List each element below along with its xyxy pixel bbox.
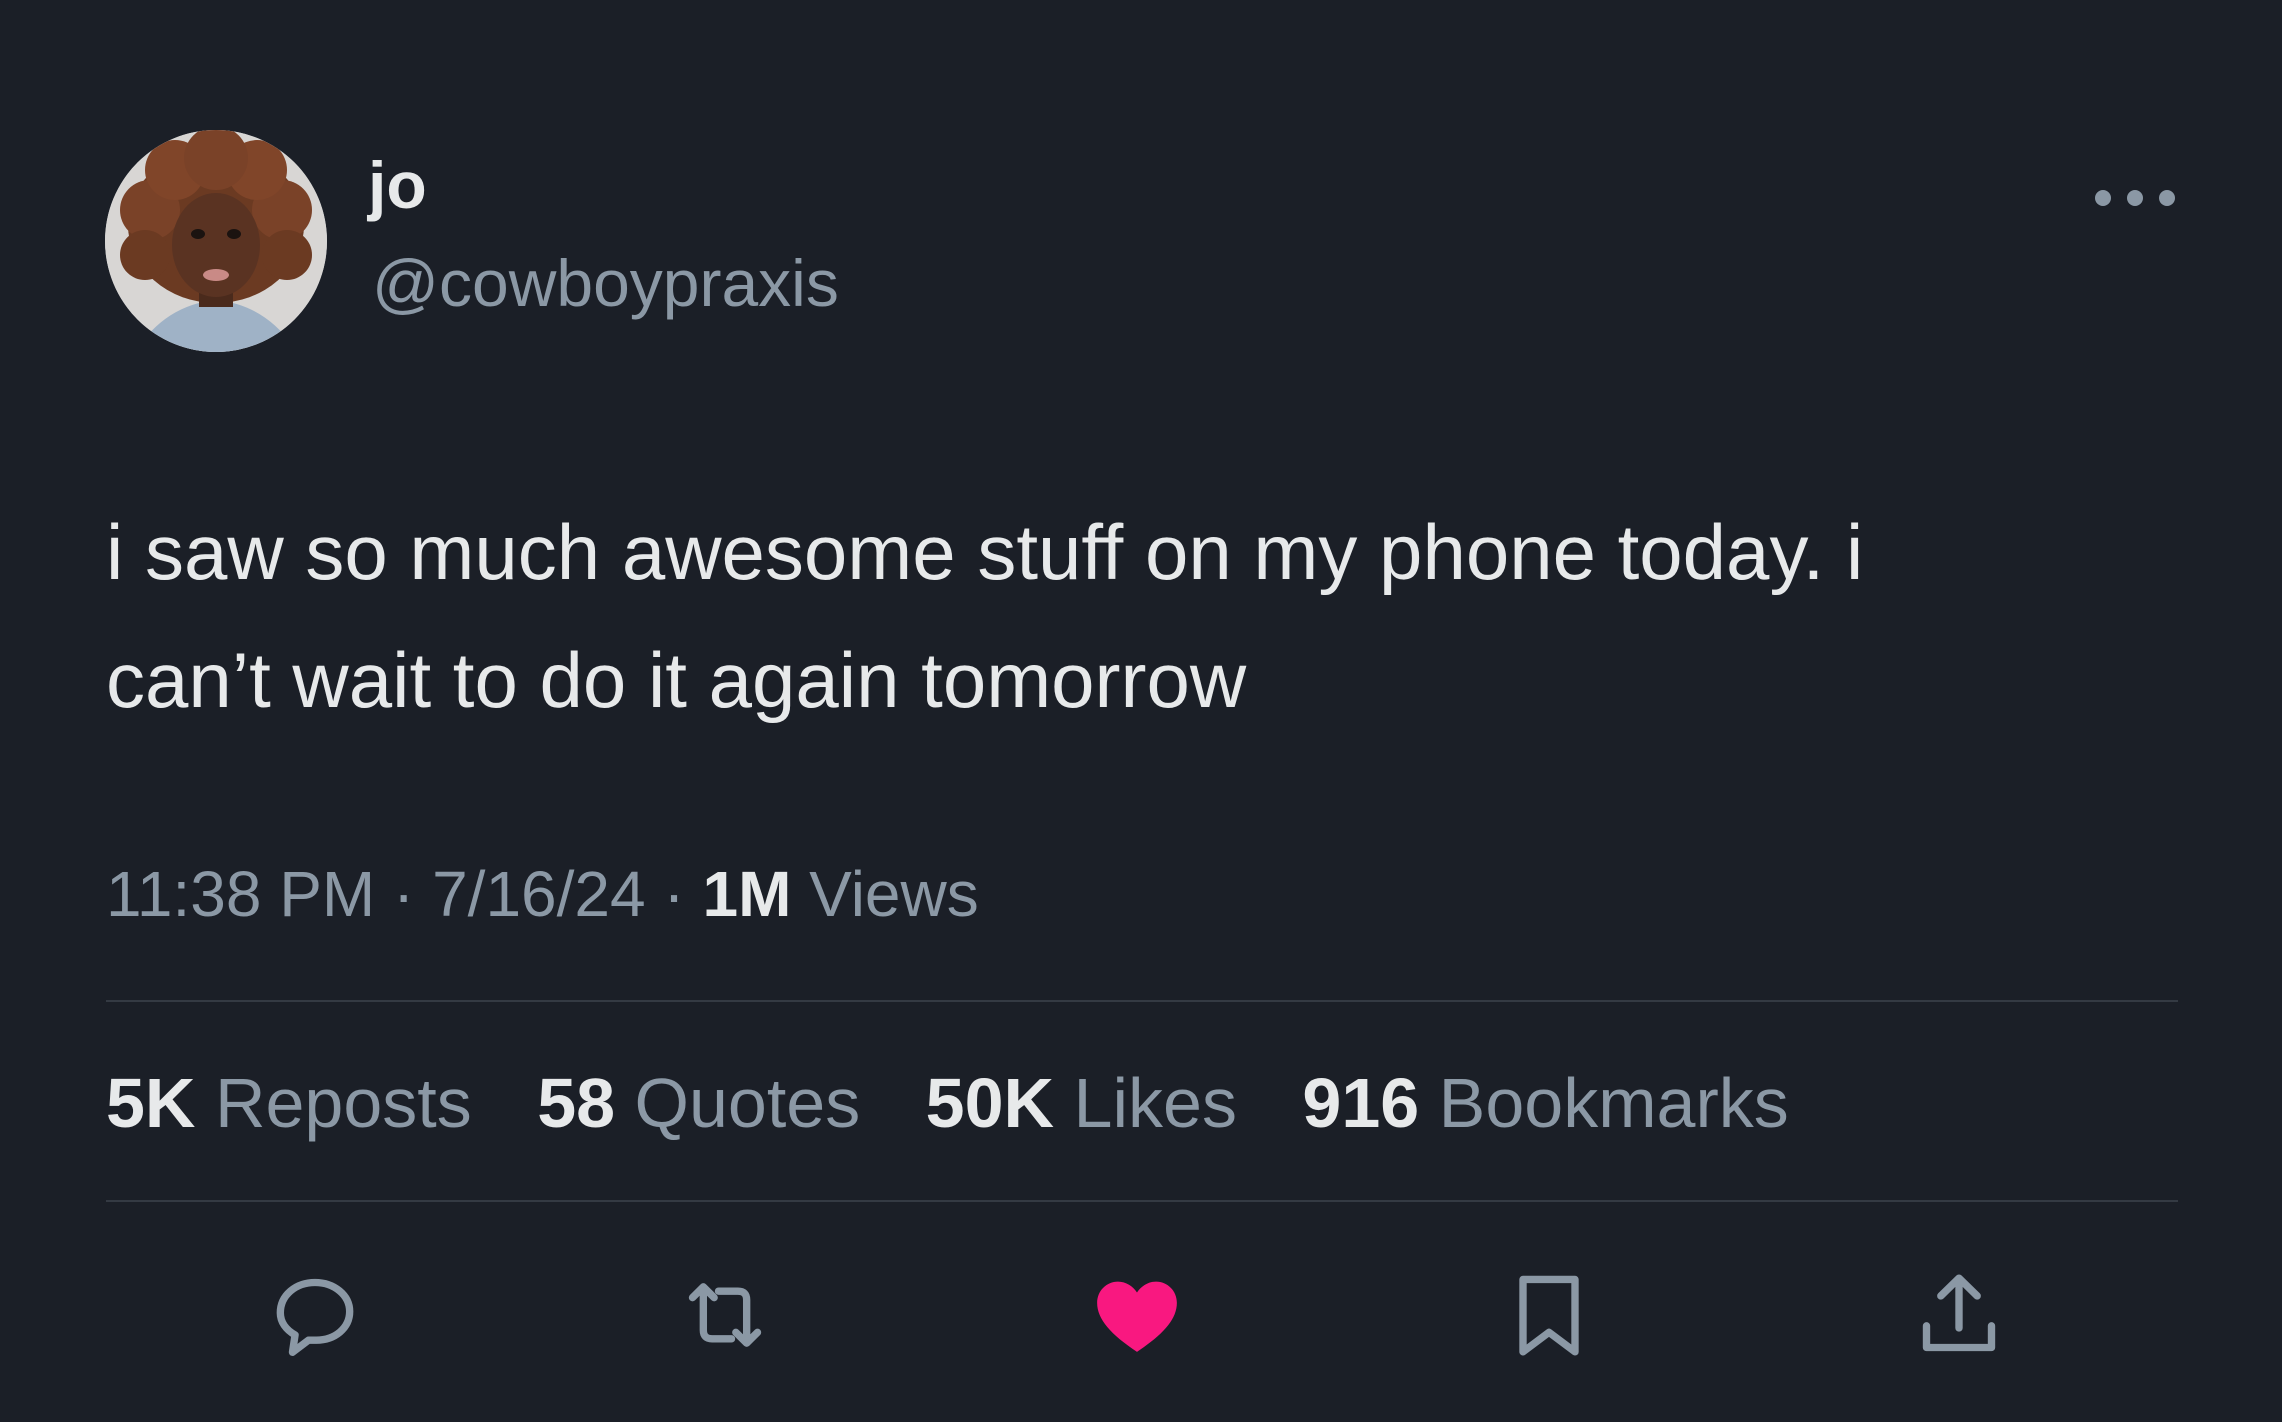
quotes-stat[interactable]: 58 Quotes bbox=[537, 1064, 879, 1142]
more-options-icon[interactable] bbox=[2090, 180, 2180, 216]
bookmarks-stat[interactable]: 916 Bookmarks bbox=[1302, 1064, 1788, 1142]
bookmark-button[interactable] bbox=[1494, 1260, 1604, 1370]
views-count: 1M bbox=[702, 858, 792, 930]
meta-separator: · bbox=[392, 858, 415, 930]
speech-bubble-icon bbox=[276, 1278, 354, 1356]
views-label: Views bbox=[809, 858, 979, 930]
retweet-arrows-icon bbox=[688, 1283, 762, 1347]
tweet-metadata: 11:38 PM · 7/16/24 · 1M Views bbox=[106, 862, 979, 926]
reposts-label: Reposts bbox=[214, 1064, 472, 1142]
engagement-stats: 5K Reposts 58 Quotes 50K Likes 916 Bookm… bbox=[106, 1068, 1835, 1138]
profile-photo bbox=[105, 130, 327, 352]
display-name[interactable]: jo bbox=[368, 152, 427, 218]
like-button[interactable] bbox=[1082, 1260, 1192, 1370]
share-upload-icon bbox=[1922, 1274, 1996, 1352]
quotes-label: Quotes bbox=[634, 1064, 861, 1142]
divider bbox=[106, 1200, 2178, 1202]
tweet-detail: jo @cowboypraxis i saw so much awesome s… bbox=[0, 0, 2282, 1422]
bookmarks-label: Bookmarks bbox=[1438, 1064, 1789, 1142]
user-handle[interactable]: @cowboypraxis bbox=[372, 250, 839, 316]
likes-stat[interactable]: 50K Likes bbox=[926, 1064, 1257, 1142]
bookmark-icon bbox=[1519, 1275, 1579, 1356]
reposts-count: 5K bbox=[106, 1064, 196, 1142]
tweet-time[interactable]: 11:38 PM bbox=[106, 858, 375, 930]
reposts-stat[interactable]: 5K Reposts bbox=[106, 1064, 491, 1142]
tweet-text: i saw so much awesome stuff on my phone … bbox=[106, 508, 1864, 724]
share-button[interactable] bbox=[1904, 1260, 2014, 1370]
retweet-button[interactable] bbox=[670, 1260, 780, 1370]
bookmarks-count: 916 bbox=[1302, 1064, 1420, 1142]
divider bbox=[106, 1000, 2178, 1002]
heart-icon bbox=[1097, 1281, 1177, 1352]
reply-button[interactable] bbox=[260, 1260, 370, 1370]
likes-label: Likes bbox=[1073, 1064, 1237, 1142]
avatar[interactable] bbox=[105, 130, 327, 352]
meta-separator: · bbox=[663, 858, 685, 930]
quotes-count: 58 bbox=[537, 1064, 616, 1142]
action-bar bbox=[0, 1260, 2282, 1370]
tweet-date[interactable]: 7/16/24 bbox=[432, 858, 646, 930]
likes-count: 50K bbox=[925, 1064, 1055, 1142]
